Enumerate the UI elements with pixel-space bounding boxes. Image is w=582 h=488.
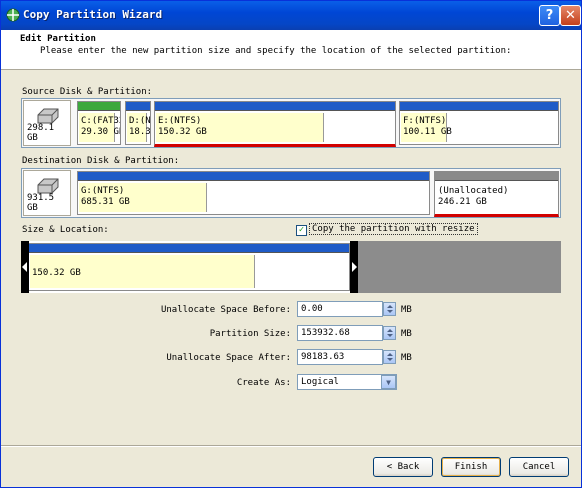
partition-unallocated-selected[interactable]: (Unallocated) 246.21 GB [434, 171, 559, 217]
page-subtitle: Please enter the new partition size and … [40, 46, 512, 56]
source-disk-size: 298.1 GB [27, 123, 55, 143]
destination-disk-label: Destination Disk & Partition: [22, 156, 180, 166]
cancel-button[interactable]: Cancel [509, 457, 569, 477]
unallocated-before-label: Unallocate Space Before: [160, 305, 291, 315]
source-disk-map: 298.1 GB C:(FAT32)29.30 GB D:(NTFS)18.3 … [21, 98, 561, 148]
unallocated-after-input[interactable]: 98183.63 [297, 349, 383, 365]
unallocated-before-unit: MB [401, 305, 412, 315]
partition-size-spinner[interactable] [383, 326, 396, 340]
partition-usage-bar [155, 102, 395, 111]
wizard-header: Edit Partition Please enter the new part… [1, 30, 581, 70]
copy-with-resize-checkbox[interactable]: ✓ [296, 225, 307, 236]
create-as-value: Logical [301, 377, 339, 387]
partition-size-unit: MB [401, 329, 412, 339]
unallocated-before-spinner[interactable] [383, 302, 396, 316]
partition-c[interactable]: C:(FAT32)29.30 GB [77, 101, 121, 145]
title-bar[interactable]: Copy Partition Wizard ? ✕ [1, 1, 581, 30]
partition-e-selected[interactable]: E:(NTFS) 150.32 GB [154, 101, 396, 147]
partition-usage-bar [400, 102, 558, 111]
page-title: Edit Partition [20, 34, 96, 44]
partition-c-text: C:(FAT32)29.30 GB [81, 116, 121, 137]
partition-usage-bar [78, 102, 120, 111]
left-arrow-icon [22, 262, 27, 272]
partition-wizard-icon [6, 8, 20, 22]
partition-f-text: F:(NTFS) 100.11 GB [403, 116, 452, 137]
resizable-partition-block[interactable]: 150.32 GB [28, 243, 350, 291]
destination-disk-tile[interactable]: 931.5 GB [23, 170, 71, 216]
source-disk-tile[interactable]: 298.1 GB [23, 100, 71, 146]
right-arrow-icon [352, 262, 357, 272]
partition-size-input[interactable]: 153932.68 [297, 325, 383, 341]
right-resize-handle[interactable] [350, 241, 358, 293]
checkmark-icon: ✓ [298, 225, 305, 235]
size-location-slider[interactable]: 150.32 GB [21, 241, 561, 293]
back-button[interactable]: < Back [373, 457, 433, 477]
unallocated-before-input[interactable]: 0.00 [297, 301, 383, 317]
partition-unallocated-text: (Unallocated) 246.21 GB [438, 186, 509, 207]
create-as-dropdown-button[interactable]: ▼ [381, 375, 396, 389]
partition-d-text: D:(NTFS)18.3 [129, 116, 151, 137]
help-icon: ? [545, 8, 554, 23]
partition-usage-bar [29, 244, 349, 253]
destination-disk-map: 931.5 GB G:(NTFS) 685.31 GB (Unallocated)… [21, 168, 561, 218]
unallocated-after-spinner[interactable] [383, 350, 396, 364]
partition-g-text: G:(NTFS) 685.31 GB [81, 186, 130, 207]
copy-partition-wizard-window: Copy Partition Wizard ? ✕ Edit Partition… [0, 0, 582, 488]
destination-disk-size: 931.5 GB [27, 193, 55, 213]
partition-usage-bar [435, 172, 558, 181]
partition-size-label: Partition Size: [209, 329, 291, 339]
partition-g[interactable]: G:(NTFS) 685.31 GB [77, 171, 430, 215]
left-resize-handle[interactable] [21, 241, 29, 293]
footer-divider [1, 445, 581, 447]
source-disk-label: Source Disk & Partition: [22, 87, 153, 97]
close-button[interactable]: ✕ [560, 5, 581, 26]
window-title: Copy Partition Wizard [23, 8, 163, 21]
create-as-label: Create As: [236, 378, 291, 388]
partition-d[interactable]: D:(NTFS)18.3 [125, 101, 151, 145]
partition-usage-bar [78, 172, 429, 181]
finish-button[interactable]: Finish [441, 457, 501, 477]
unallocated-after-unit: MB [401, 353, 412, 363]
partition-e-text: E:(NTFS) 150.32 GB [158, 116, 207, 137]
close-icon: ✕ [565, 8, 576, 23]
help-button[interactable]: ? [539, 5, 560, 26]
copy-with-resize-label[interactable]: Copy the partition with resize [309, 223, 478, 235]
unallocated-after-label: Unallocate Space After: [166, 353, 291, 363]
size-location-label: Size & Location: [22, 225, 109, 235]
partition-f[interactable]: F:(NTFS) 100.11 GB [399, 101, 559, 145]
resize-block-size: 150.32 GB [32, 268, 81, 278]
partition-usage-bar [126, 102, 150, 111]
chevron-down-icon: ▼ [386, 377, 391, 387]
